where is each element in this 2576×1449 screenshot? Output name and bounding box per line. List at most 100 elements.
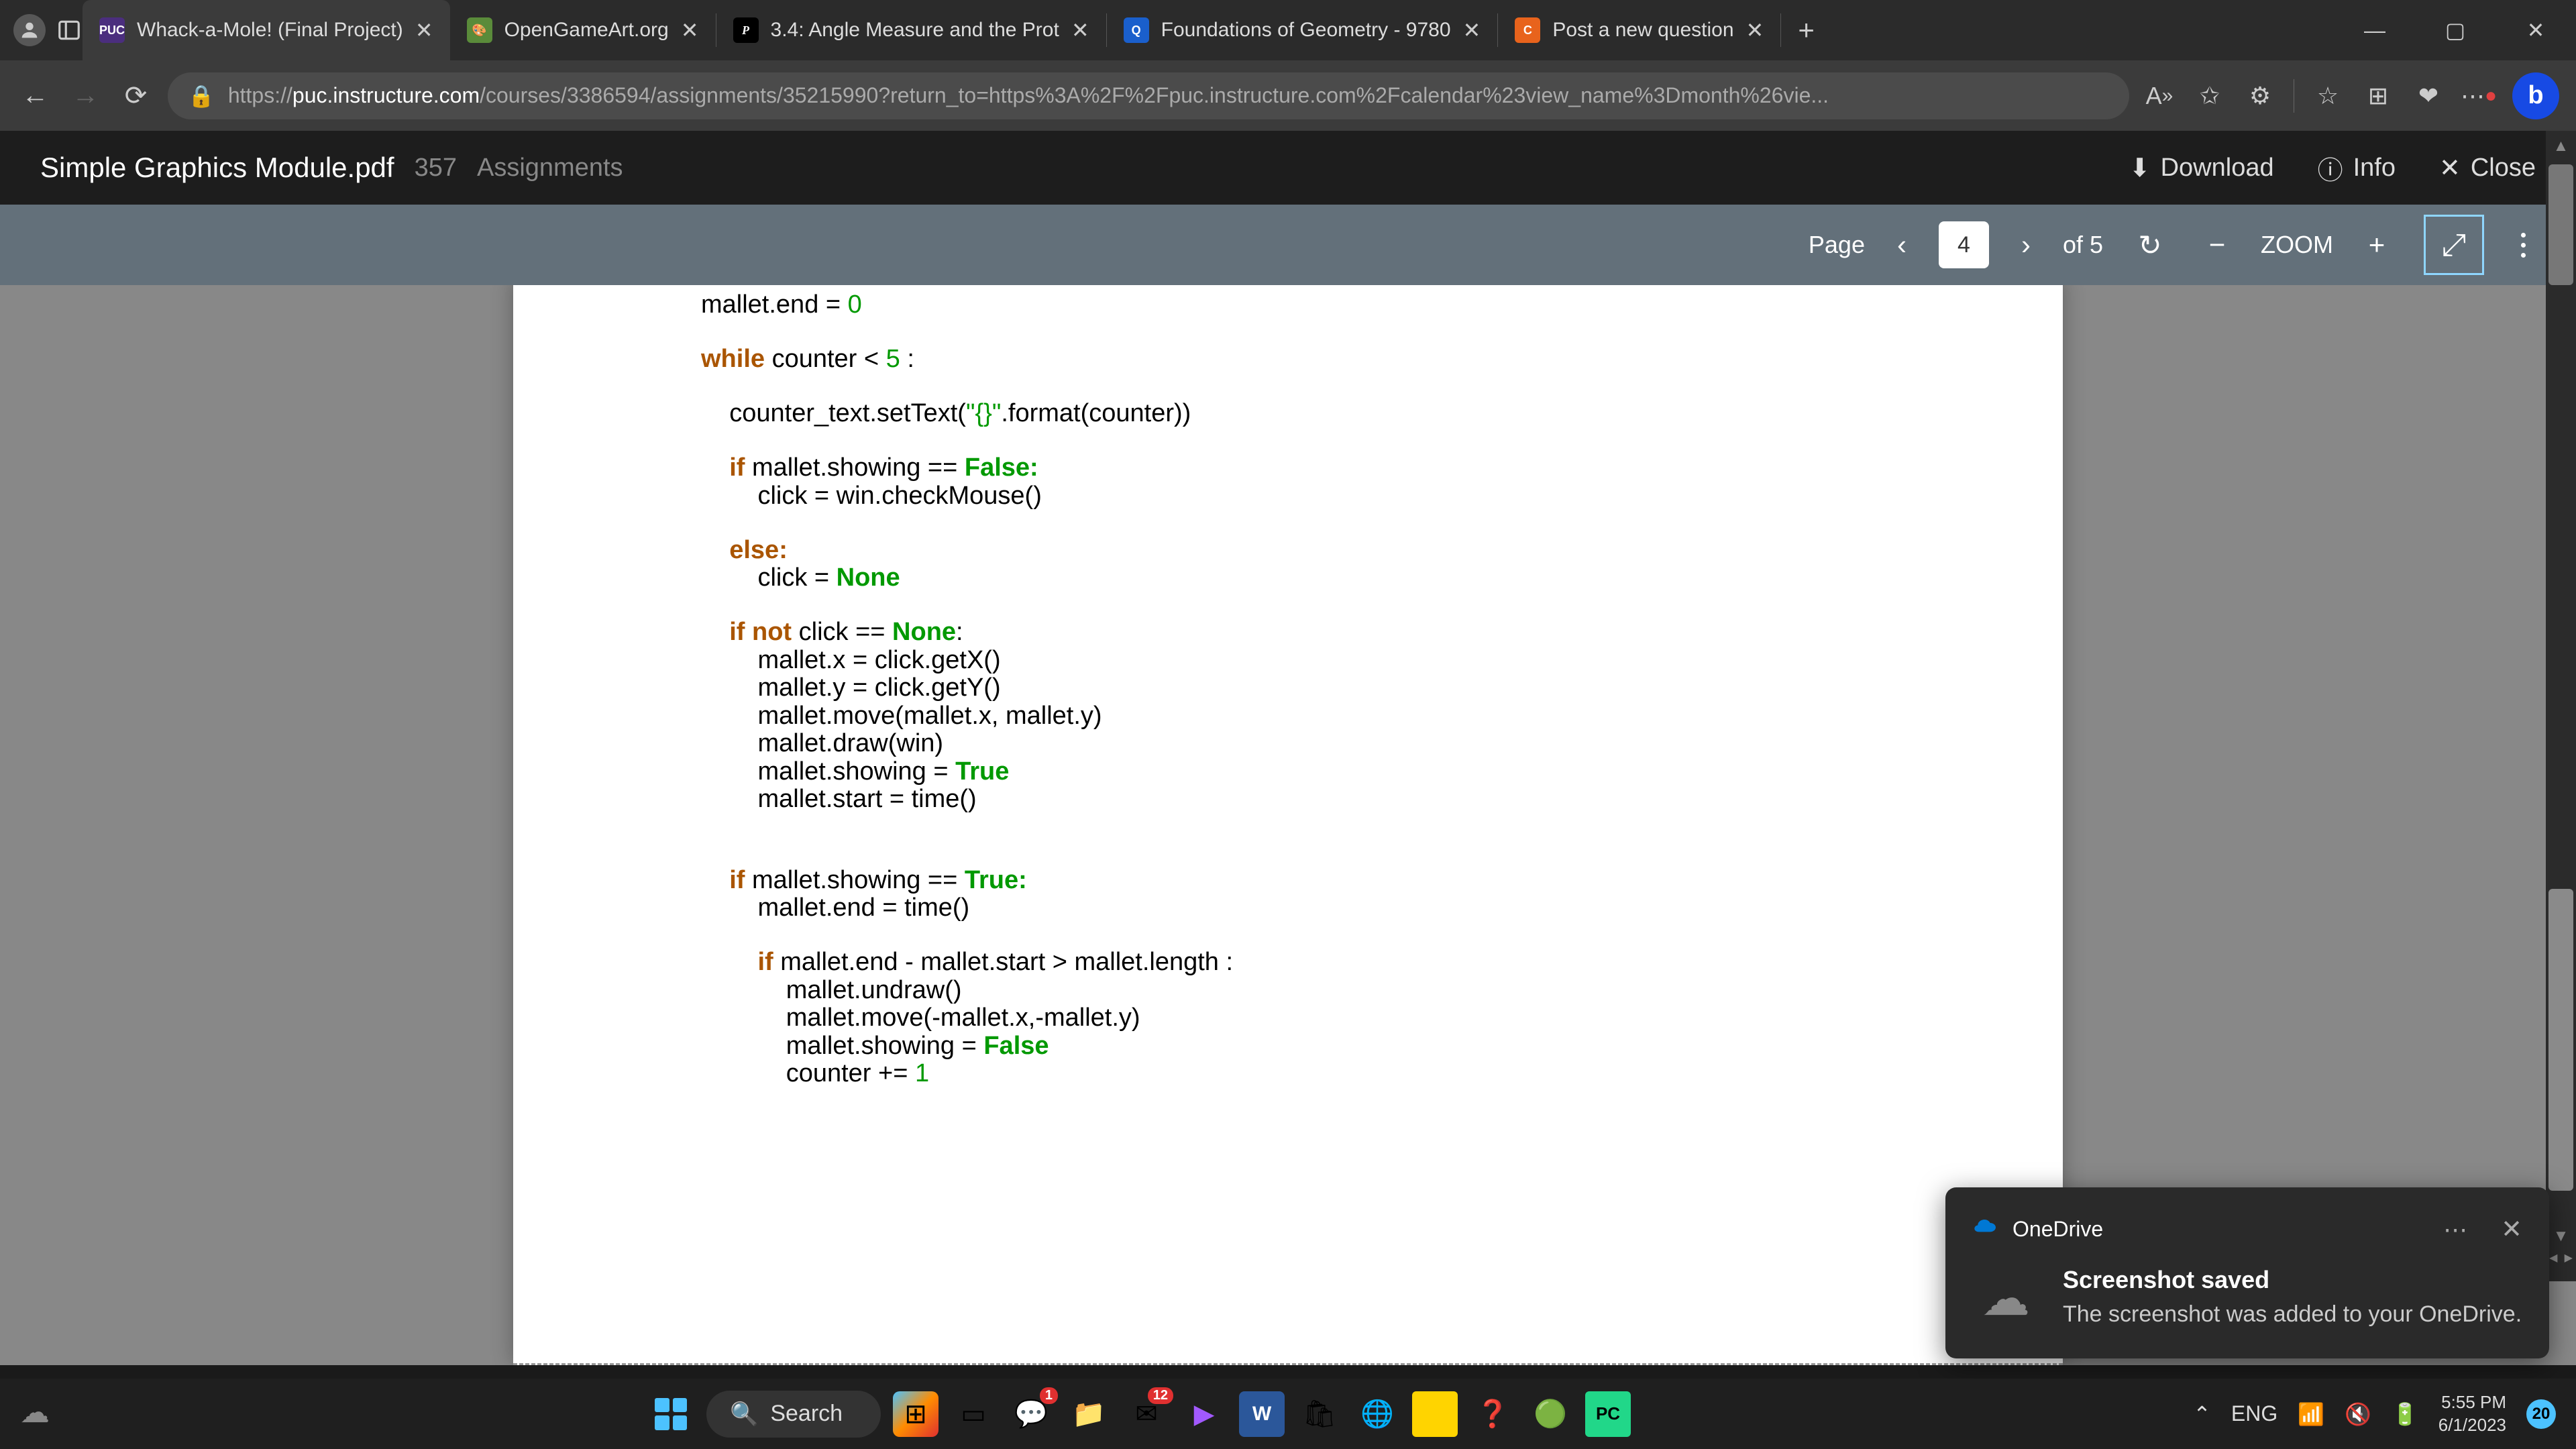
scroll-thumb-outer[interactable] bbox=[2548, 164, 2573, 285]
rotate-button[interactable]: ↻ bbox=[2130, 225, 2170, 265]
tab-actions-icon[interactable] bbox=[56, 17, 83, 44]
battery-icon[interactable]: 🔋 bbox=[2392, 1401, 2418, 1427]
tab-title: OpenGameArt.org bbox=[504, 19, 669, 42]
profile-icon[interactable] bbox=[13, 14, 46, 46]
lock-icon[interactable]: 🔒 bbox=[188, 83, 215, 109]
notification-title: Screenshot saved bbox=[2063, 1266, 2522, 1294]
notification-close-icon[interactable]: ✕ bbox=[2501, 1214, 2522, 1244]
sticky-notes-icon[interactable] bbox=[1412, 1391, 1458, 1437]
more-options-button[interactable] bbox=[2511, 233, 2536, 258]
teams-icon[interactable]: 💬1 bbox=[1008, 1391, 1054, 1437]
back-button[interactable]: ← bbox=[17, 77, 54, 114]
task-view-icon[interactable]: ⊞ bbox=[893, 1391, 938, 1437]
word-icon[interactable]: W bbox=[1239, 1391, 1285, 1437]
close-icon[interactable]: ✕ bbox=[415, 17, 433, 43]
favicon-icon: Q bbox=[1124, 17, 1149, 43]
read-aloud-icon[interactable]: A» bbox=[2143, 79, 2176, 113]
chrome-icon[interactable]: 🟢 bbox=[1527, 1391, 1573, 1437]
volume-icon[interactable]: 🔇 bbox=[2345, 1401, 2371, 1427]
tray-chevron-icon[interactable]: ⌃ bbox=[2193, 1401, 2211, 1427]
taskbar: ☁ 🔍 Search ⊞ ▭ 💬1 📁 ✉12 ▶ W 🛍 🌐 ❓ 🟢 PC ⌃… bbox=[0, 1379, 2576, 1449]
mail-icon[interactable]: ✉12 bbox=[1124, 1391, 1169, 1437]
scroll-thumb-inner[interactable] bbox=[2548, 889, 2573, 1191]
clock[interactable]: 5:55 PM 6/1/2023 bbox=[2438, 1391, 2506, 1437]
onedrive-notification[interactable]: OneDrive ⋯ ✕ ☁ Screenshot saved The scre… bbox=[1945, 1187, 2549, 1358]
favicon-icon: PUC bbox=[99, 17, 125, 43]
favicon-icon: 🎨 bbox=[467, 17, 492, 43]
tab-title: Foundations of Geometry - 9780 bbox=[1161, 19, 1451, 42]
widgets-icon[interactable]: ▭ bbox=[951, 1391, 996, 1437]
pdf-page: mallet.end = 0 while counter < 5 : count… bbox=[513, 285, 2063, 1365]
fullscreen-button[interactable]: ⤢ bbox=[2424, 215, 2484, 275]
scroll-up-icon[interactable]: ▲ bbox=[2546, 131, 2576, 161]
info-button[interactable]: ⓘ Info bbox=[2318, 150, 2396, 186]
more-icon[interactable]: ⋯● bbox=[2462, 79, 2496, 113]
tab-foundations-geometry[interactable]: Q Foundations of Geometry - 9780 ✕ bbox=[1107, 0, 1498, 60]
cloud-icon: ☁ bbox=[1972, 1265, 2039, 1332]
taskbar-search[interactable]: 🔍 Search bbox=[706, 1391, 881, 1438]
minimize-button[interactable]: — bbox=[2334, 0, 2415, 60]
page-input[interactable]: 4 bbox=[1939, 221, 1989, 268]
get-help-icon[interactable]: ❓ bbox=[1470, 1391, 1515, 1437]
favorites-icon[interactable]: ☆ bbox=[2311, 79, 2345, 113]
close-icon[interactable]: ✕ bbox=[1463, 17, 1481, 43]
tab-post-question[interactable]: C Post a new question ✕ bbox=[1498, 0, 1780, 60]
tab-title: Post a new question bbox=[1552, 19, 1733, 42]
page-label: Page bbox=[1809, 231, 1865, 259]
health-icon[interactable]: ❤ bbox=[2412, 79, 2445, 113]
clipchamp-icon[interactable]: ▶ bbox=[1181, 1391, 1227, 1437]
pdf-title: Simple Graphics Module.pdf bbox=[40, 152, 394, 184]
bing-chat-icon[interactable]: b bbox=[2512, 72, 2559, 119]
notification-menu-icon[interactable]: ⋯ bbox=[2443, 1216, 2467, 1244]
breadcrumb-section: Assignments bbox=[477, 154, 623, 182]
address-bar: ← → ⟳ 🔒 https://puc.instructure.com/cour… bbox=[0, 60, 2576, 131]
close-pdf-button[interactable]: ✕ Close bbox=[2439, 153, 2536, 183]
edge-icon[interactable]: 🌐 bbox=[1354, 1391, 1400, 1437]
close-window-button[interactable]: ✕ bbox=[2496, 0, 2576, 60]
scroll-down-icon[interactable]: ▼ bbox=[2546, 1221, 2576, 1251]
tab-title: Whack-a-Mole! (Final Project) bbox=[137, 19, 403, 42]
search-icon: 🔍 bbox=[730, 1401, 758, 1428]
breadcrumb-course: 357 bbox=[415, 154, 457, 182]
browser-titlebar: PUC Whack-a-Mole! (Final Project) ✕ 🎨 Op… bbox=[0, 0, 2576, 60]
zoom-out-button[interactable]: − bbox=[2197, 225, 2237, 265]
next-page-button[interactable]: › bbox=[2006, 225, 2046, 265]
extensions-icon[interactable]: ⚙ bbox=[2243, 79, 2277, 113]
code-block: mallet.end = 0 while counter < 5 : count… bbox=[701, 292, 1875, 1089]
download-button[interactable]: ⬇ Download bbox=[2129, 153, 2274, 183]
collections-icon[interactable]: ⊞ bbox=[2361, 79, 2395, 113]
info-icon: ⓘ bbox=[2318, 150, 2343, 186]
close-icon[interactable]: ✕ bbox=[1071, 17, 1089, 43]
zoom-in-button[interactable]: + bbox=[2357, 225, 2397, 265]
tab-strip: PUC Whack-a-Mole! (Final Project) ✕ 🎨 Op… bbox=[83, 0, 2334, 60]
refresh-button[interactable]: ⟳ bbox=[117, 77, 154, 114]
vertical-scrollbar[interactable]: ▲ ▼ ◀ ▶ bbox=[2546, 131, 2576, 1281]
weather-widget[interactable]: ☁ bbox=[20, 1395, 57, 1432]
pycharm-icon[interactable]: PC bbox=[1585, 1391, 1631, 1437]
wifi-icon[interactable]: 📶 bbox=[2298, 1401, 2324, 1427]
new-tab-button[interactable]: + bbox=[1781, 0, 1831, 60]
tab-angle-measure[interactable]: P 3.4: Angle Measure and the Prot ✕ bbox=[716, 0, 1106, 60]
start-button[interactable] bbox=[647, 1391, 694, 1438]
page-total: of 5 bbox=[2063, 231, 2103, 259]
notification-app-name: OneDrive bbox=[2012, 1217, 2430, 1242]
pdf-toolbar: Page ‹ 4 › of 5 ↻ − ZOOM + ⤢ bbox=[0, 205, 2576, 285]
tab-opengameart[interactable]: 🎨 OpenGameArt.org ✕ bbox=[450, 0, 716, 60]
language-indicator[interactable]: ENG bbox=[2231, 1401, 2277, 1426]
close-icon[interactable]: ✕ bbox=[1746, 17, 1764, 43]
tab-whack-a-mole[interactable]: PUC Whack-a-Mole! (Final Project) ✕ bbox=[83, 0, 450, 60]
url-input[interactable]: 🔒 https://puc.instructure.com/courses/33… bbox=[168, 72, 2129, 119]
maximize-button[interactable]: ▢ bbox=[2415, 0, 2496, 60]
favorite-icon[interactable]: ✩ bbox=[2193, 79, 2226, 113]
store-icon[interactable]: 🛍 bbox=[1297, 1391, 1342, 1437]
close-icon[interactable]: ✕ bbox=[681, 17, 699, 43]
forward-button: → bbox=[67, 77, 104, 114]
pdf-viewer-header: Simple Graphics Module.pdf 357 Assignmen… bbox=[0, 131, 2576, 205]
favicon-icon: C bbox=[1515, 17, 1540, 43]
notification-count[interactable]: 20 bbox=[2526, 1399, 2556, 1429]
page-divider bbox=[513, 1363, 2063, 1365]
file-explorer-icon[interactable]: 📁 bbox=[1066, 1391, 1112, 1437]
prev-page-button[interactable]: ‹ bbox=[1882, 225, 1922, 265]
tab-title: 3.4: Angle Measure and the Prot bbox=[771, 19, 1059, 42]
download-icon: ⬇ bbox=[2129, 153, 2151, 183]
